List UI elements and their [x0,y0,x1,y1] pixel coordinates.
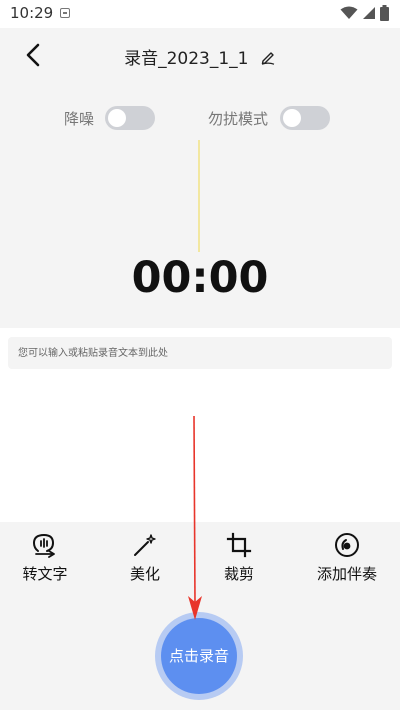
notification-icon [60,8,70,18]
noise-reduction-toggle[interactable] [105,106,155,130]
edit-pencil-icon[interactable] [260,49,276,65]
tool-crop[interactable]: 裁剪 [194,532,284,588]
tool-label: 添加伴奏 [316,565,377,583]
speech-to-text-icon [32,533,55,558]
music-disc-icon [335,533,359,557]
page-title[interactable]: 录音_2023_1_1 [0,44,400,69]
recording-name: 录音_2023_1_1 [124,49,249,69]
tool-beautify[interactable]: 美化 [100,532,190,588]
tool-speech-to-text[interactable]: 转文字 [0,532,90,588]
transcript-input[interactable] [8,337,392,369]
recording-timer: 00:00 [131,253,269,303]
status-time: 10:29 [10,4,54,22]
wifi-icon [340,6,358,19]
tool-label: 转文字 [22,565,68,583]
noise-reduction-label: 降噪 [64,110,95,128]
record-button[interactable]: 点击录音 [161,618,237,694]
magic-wand-icon [134,534,156,556]
battery-icon [380,5,389,21]
toggle-knob [108,109,126,127]
signal-icon [363,7,375,19]
crop-icon [226,532,252,558]
tool-label: 裁剪 [223,565,254,583]
do-not-disturb-label: 勿扰模式 [208,110,269,128]
do-not-disturb-toggle[interactable] [280,106,330,130]
waveform-playhead [198,140,200,252]
toggle-knob [283,109,301,127]
tool-label: 美化 [129,565,160,583]
tool-add-accompaniment[interactable]: 添加伴奏 [302,532,392,588]
